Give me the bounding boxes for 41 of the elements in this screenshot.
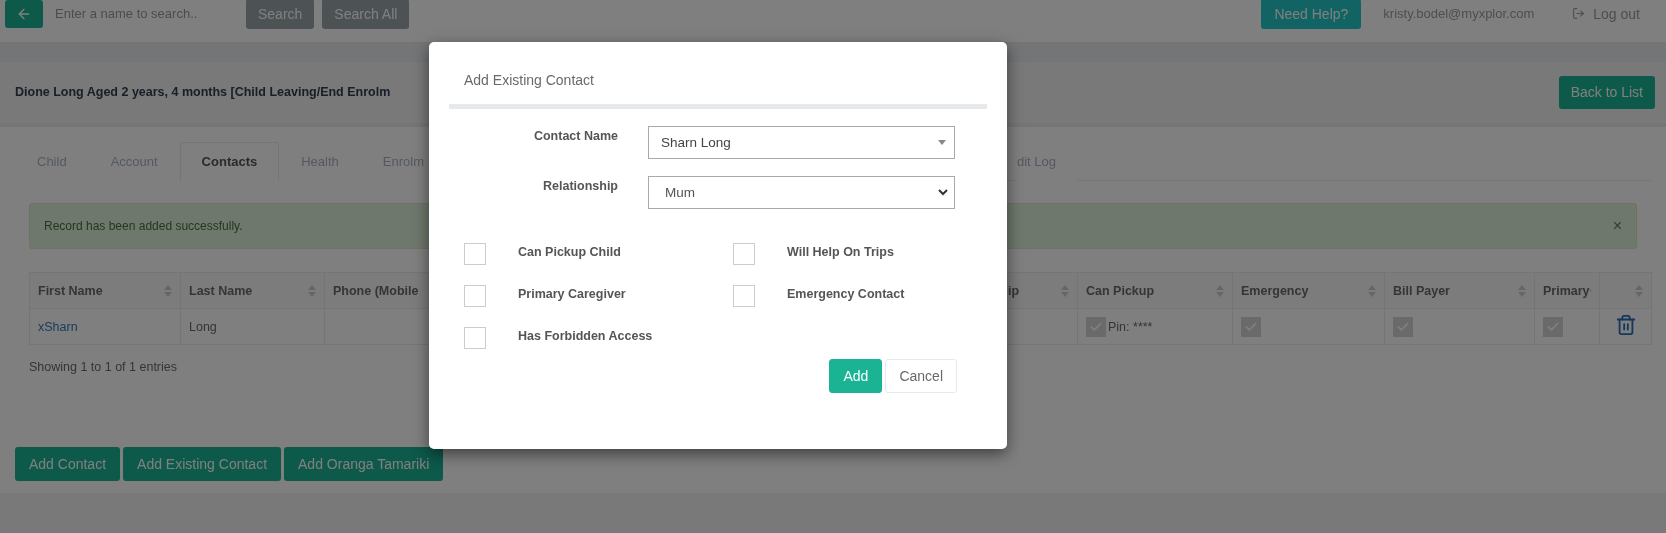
checkbox-label: Will Help On Trips — [787, 244, 894, 259]
add-button[interactable]: Add Oranga Tamariki — [284, 447, 444, 482]
checkbox[interactable] — [733, 243, 755, 265]
table-cell: Long — [189, 319, 217, 334]
tab[interactable]: Contacts — [179, 142, 280, 182]
add-button[interactable]: Add Contact — [15, 447, 121, 482]
add-button[interactable]: Add — [829, 359, 883, 393]
checkbox-label: Emergency Contact — [787, 286, 905, 301]
checkbox[interactable] — [733, 285, 755, 307]
checkbox[interactable] — [464, 285, 486, 307]
back-to-list-button[interactable]: Back to List — [1558, 75, 1655, 109]
add-button[interactable]: Add Existing Contact — [123, 447, 282, 482]
back-button[interactable] — [5, 0, 43, 28]
help-button[interactable]: Need Help? — [1261, 0, 1362, 29]
alert-message: Record has been added successfully. — [44, 219, 243, 234]
column-header[interactable]: Primary — [1534, 272, 1600, 309]
column-header[interactable]: Last Name — [180, 272, 325, 309]
page-title: Dione Long Aged 2 years, 4 months [Child Leaving/End Enrolm — [15, 85, 391, 100]
delete-icon[interactable] — [1614, 314, 1637, 337]
checkbox[interactable] — [464, 327, 486, 349]
pin-text: Pin: **** — [1108, 319, 1153, 334]
contact-name-dropdown[interactable]: Sharn Long — [648, 126, 955, 159]
field-label: Relationship — [542, 178, 618, 193]
modal-title: Add Existing Contact — [449, 42, 987, 109]
column-header[interactable]: First Name — [29, 272, 181, 309]
table-info: Showing 1 to 1 of 1 entries — [29, 360, 178, 375]
checkbox-label: Has Forbidden Access — [518, 328, 653, 343]
contact-name-link[interactable]: xSharn — [38, 319, 78, 334]
column-header[interactable] — [1599, 272, 1652, 309]
relationship-select[interactable]: Mum — [648, 176, 955, 209]
checkbox[interactable] — [464, 243, 486, 265]
field-label: Contact Name — [532, 128, 618, 143]
cancel-button[interactable]: Cancel — [885, 359, 957, 393]
column-header[interactable]: Bill Payer — [1384, 272, 1535, 309]
close-button[interactable]: × — [1612, 217, 1622, 236]
column-header[interactable]: Can Pickup — [1077, 272, 1233, 309]
checkbox-label: Can Pickup Child — [518, 244, 621, 259]
column-header[interactable]: Emergency — [1232, 272, 1385, 309]
logout-icon — [1572, 7, 1586, 21]
checkbox-label: Primary Caregiver — [518, 286, 626, 301]
chevron-down-icon — [938, 189, 948, 196]
